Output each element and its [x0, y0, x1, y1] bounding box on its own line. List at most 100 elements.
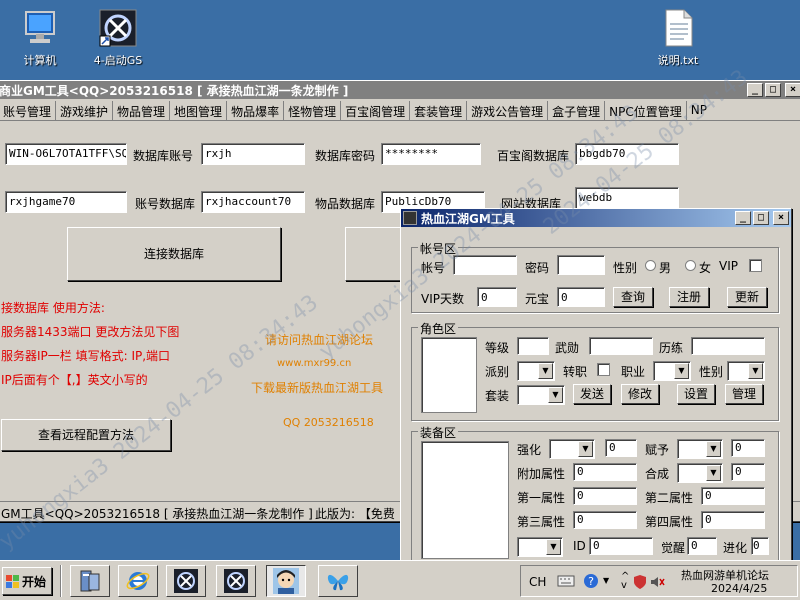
menu-item-sets[interactable]: 套装管理 — [410, 101, 468, 120]
grant-select[interactable]: ▼ — [677, 439, 723, 459]
menu-item-announcements[interactable]: 游戏公告管理 — [467, 101, 549, 120]
remote-config-button[interactable]: 查看远程配置方法 — [1, 419, 171, 451]
strengthen-input[interactable]: 0 — [605, 439, 637, 457]
volume-icon[interactable] — [649, 574, 665, 593]
manage-button[interactable]: 管理 — [725, 384, 763, 404]
equip-type-select[interactable]: ▼ — [517, 537, 563, 557]
expand-tray-icon[interactable]: ^ v — [621, 572, 629, 591]
menu-item-items[interactable]: 物品管理 — [113, 101, 171, 120]
female-radio[interactable] — [685, 260, 696, 271]
register-button[interactable]: 注册 — [669, 287, 709, 307]
secondary-button[interactable] — [345, 227, 405, 281]
maximize-button[interactable]: □ — [765, 83, 781, 97]
menu-item-account[interactable]: 账号管理 — [0, 101, 57, 120]
menu-item-monsters[interactable]: 怪物管理 — [284, 101, 342, 120]
xun-label: 武勋 — [555, 341, 580, 355]
svg-text:?: ? — [588, 575, 594, 588]
minimize-button[interactable]: _ — [747, 83, 763, 97]
grant-input[interactable]: 0 — [731, 439, 765, 457]
menu-item-droprate[interactable]: 物品爆率 — [227, 101, 285, 120]
db-server-input[interactable]: WIN-O6L7OTA1TFF\SQLE — [5, 143, 127, 165]
zhuanzhi-checkbox[interactable] — [597, 363, 610, 376]
start-button[interactable]: 开始 — [2, 567, 52, 595]
keyboard-icon[interactable] — [557, 574, 575, 591]
desktop-icon-readme[interactable]: 说明.txt — [638, 8, 718, 68]
taskbar-gm-tool[interactable] — [266, 565, 306, 597]
taskbar-app-2[interactable] — [216, 565, 256, 597]
desktop-icon-computer[interactable]: 计算机 — [0, 8, 80, 68]
evolve-input[interactable]: 0 — [751, 537, 769, 555]
vip-checkbox[interactable] — [749, 259, 762, 272]
gm-window-titlebar[interactable]: 热血江湖GM工具 _ □ × — [401, 209, 791, 227]
clock-date[interactable]: 2024/4/25 — [711, 582, 767, 595]
evolve-label: 进化 — [723, 541, 748, 555]
attr1-input[interactable]: 0 — [573, 487, 637, 505]
menu-item-maintenance[interactable]: 游戏维护 — [56, 101, 114, 120]
minimize-button[interactable]: _ — [735, 211, 751, 225]
taskbar-butterfly[interactable] — [318, 565, 358, 597]
game-db-input[interactable]: rxjhgame70 — [5, 191, 127, 213]
vip-days-input[interactable]: 0 — [477, 287, 517, 307]
id-input[interactable]: 0 — [589, 537, 653, 555]
level-input[interactable] — [517, 337, 549, 355]
equip-list[interactable] — [421, 441, 509, 559]
attr4-input[interactable]: 0 — [701, 511, 765, 529]
menu-item-maps[interactable]: 地图管理 — [170, 101, 228, 120]
main-window-titlebar[interactable]: 商业GM工具<QQ>2053216518 [ 承接热血江湖一条龙制作 ] _ □… — [0, 81, 800, 99]
butterfly-icon — [327, 574, 349, 591]
update-button[interactable]: 更新 — [727, 287, 767, 307]
set-select[interactable]: ▼ — [517, 385, 565, 405]
attr1-label: 第一属性 — [517, 491, 566, 505]
attr3-input[interactable]: 0 — [573, 511, 637, 529]
close-button[interactable]: × — [785, 83, 800, 97]
xun-input[interactable] — [589, 337, 653, 355]
password-label: 密码 — [525, 261, 550, 275]
awaken-input[interactable]: 0 — [687, 537, 717, 555]
account-db-input[interactable]: rxjhaccount70 — [201, 191, 305, 213]
baibao-db-input[interactable]: bbgdb70 — [575, 143, 679, 165]
query-button[interactable]: 查询 — [613, 287, 653, 307]
chevron-down-icon: ▼ — [538, 363, 553, 379]
db-password-input[interactable]: ******** — [381, 143, 481, 165]
menu-item-box[interactable]: 盒子管理 — [548, 101, 606, 120]
strengthen-select[interactable]: ▼ — [549, 439, 595, 459]
computer-icon — [20, 8, 60, 48]
id-label: ID — [573, 539, 586, 553]
db-account-input[interactable]: rxjh — [201, 143, 305, 165]
menu-item-npc-position[interactable]: NPC位置管理 — [605, 101, 687, 120]
yuanbao-input[interactable]: 0 — [557, 287, 605, 307]
extra-attr-input[interactable]: 0 — [573, 463, 637, 481]
desktop-icon-start-gs[interactable]: 4-启动GS — [78, 8, 158, 68]
shield-icon[interactable] — [633, 574, 647, 593]
male-radio[interactable] — [645, 260, 656, 271]
job-select[interactable]: ▼ — [653, 361, 691, 381]
send-button[interactable]: 发送 — [573, 384, 611, 404]
account-input[interactable] — [453, 255, 517, 275]
settings-button[interactable]: 设置 — [677, 384, 715, 404]
promo-qq: QQ 2053216518 — [283, 416, 374, 429]
language-indicator[interactable]: CH — [529, 575, 546, 589]
modify-button[interactable]: 修改 — [621, 384, 659, 404]
promo-url[interactable]: www.mxr99.cn — [277, 358, 351, 369]
maximize-button[interactable]: □ — [753, 211, 769, 225]
taskbar-app-1[interactable] — [166, 565, 206, 597]
compose-input[interactable]: 0 — [731, 463, 765, 481]
chevron-down-icon[interactable]: ▼ — [603, 576, 609, 585]
password-input[interactable] — [557, 255, 605, 275]
menu-item-npc[interactable]: NP — [687, 101, 711, 120]
attr2-input[interactable]: 0 — [701, 487, 765, 505]
promo-download: 下载最新版热血江湖工具 — [251, 381, 384, 395]
taskbar-ie[interactable] — [118, 565, 158, 597]
close-button[interactable]: × — [773, 211, 789, 225]
taskbar-server-manager[interactable] — [70, 565, 110, 597]
connect-db-button[interactable]: 连接数据库 — [67, 227, 281, 281]
li-input[interactable] — [691, 337, 765, 355]
help-icon[interactable]: ? — [583, 573, 599, 592]
role-gender-select[interactable]: ▼ — [727, 361, 765, 381]
web-db-input[interactable]: webdb — [575, 187, 679, 209]
role-list[interactable] — [421, 337, 477, 413]
compose-select[interactable]: ▼ — [677, 463, 723, 483]
menu-item-baibao[interactable]: 百宝阁管理 — [341, 101, 411, 120]
db-account-label: 数据库账号 — [133, 149, 194, 163]
faction-select[interactable]: ▼ — [517, 361, 555, 381]
